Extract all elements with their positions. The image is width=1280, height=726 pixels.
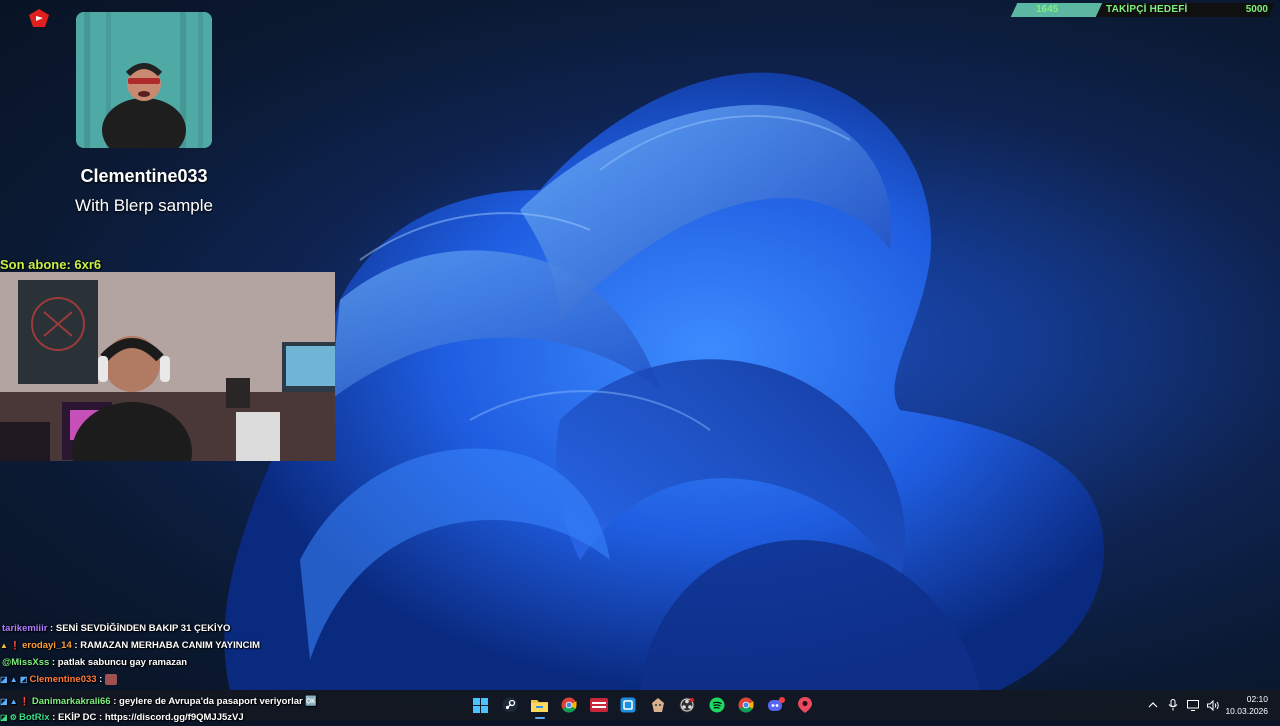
chrome-profile-icon[interactable]	[732, 690, 762, 720]
chat-message: ◪ ▲ ◩ Clementine033 :	[0, 671, 470, 688]
clock-time: 02:10	[1246, 694, 1268, 704]
last-subscriber: Son abone: 6xr6	[0, 257, 101, 272]
taskbar-clock[interactable]: 02:10 10.03.2026	[1225, 693, 1268, 717]
obs-icon[interactable]	[673, 690, 703, 720]
chat-text: : RAMAZAN MERHABA CANIM YAYINCIM	[71, 640, 261, 651]
chat-username: Danimarkakrali66	[31, 696, 111, 707]
chat-badges: ◪ ⚙	[0, 713, 17, 722]
display-icon[interactable]	[1186, 698, 1200, 712]
chat-message: @MissXss : patlak sabuncu gay ramazan	[0, 654, 470, 671]
follower-goal-current: 1645	[1036, 4, 1059, 15]
streamer-webcam	[0, 272, 335, 461]
chat-text: : EKİP DC : https://discord.gg/f9QMJJ5zV…	[49, 712, 244, 723]
microphone-icon[interactable]	[1166, 698, 1180, 712]
chat-message: ◪ ▲ ❗ Danimarkakrali66 : geylere de Avrup…	[0, 694, 470, 710]
chat-badges: ◪ ▲ ◩	[0, 675, 28, 684]
chat-username: BotRix	[18, 712, 50, 723]
chevron-up-icon[interactable]	[1146, 698, 1160, 712]
steam-icon[interactable]	[496, 690, 526, 720]
clock-date: 10.03.2026	[1225, 706, 1268, 716]
blerp-clip-video	[76, 12, 212, 148]
blerp-username: Clementine033	[80, 166, 208, 186]
file-explorer-icon[interactable]	[525, 690, 555, 720]
chat-message: ◪ ⚙ BotRix : EKİP DC : https://discord.gg…	[0, 710, 470, 726]
chat-badges: ◪ ▲ ❗	[0, 697, 30, 706]
chat-overlay: tarikemiiir : SENİ SEVDİĞİNDEN BAKIP 31 …	[0, 620, 470, 688]
chat-text: : patlak sabuncu gay ramazan	[49, 657, 188, 668]
system-tray	[1146, 690, 1220, 720]
chat-emote	[105, 673, 117, 685]
chat-username: tarikemiiir	[2, 623, 48, 634]
discord-icon[interactable]	[761, 690, 791, 720]
volume-icon[interactable]	[1206, 698, 1220, 712]
voicemod-icon[interactable]	[584, 690, 614, 720]
last-subscriber-value: 6xr6	[74, 257, 102, 272]
chat-username: Clementine033	[29, 674, 97, 685]
chat-username: erodayi_14	[22, 640, 72, 651]
follower-goal-target: 5000	[1245, 4, 1268, 15]
start-icon[interactable]	[466, 690, 496, 720]
chat-text: : geylere de Avrupa'da pasaport veriyorl…	[110, 696, 318, 707]
spotify-icon[interactable]	[702, 690, 732, 720]
chat-text: :	[96, 674, 105, 685]
taskbar-apps	[466, 690, 820, 720]
follower-goal-bar: 1645 TAKİPÇİ HEDEFİ 5000	[1010, 3, 1276, 17]
chat-message: tarikemiiir : SENİ SEVDİĞİNDEN BAKIP 31 …	[0, 620, 470, 637]
chat-username: @MissXss	[2, 657, 50, 668]
blerp-logo-icon	[29, 9, 49, 27]
chat-text: : SENİ SEVDİĞİNDEN BAKIP 31 ÇEKİYO	[47, 623, 231, 634]
chat-badges: ▲ ❗	[0, 641, 21, 650]
follower-goal-label: TAKİPÇİ HEDEFİ	[1106, 4, 1188, 15]
chrome-icon[interactable]	[555, 690, 585, 720]
game-app-icon[interactable]	[643, 690, 673, 720]
chat-overlay-bottom: ◪ ▲ ❗ Danimarkakrali66 : geylere de Avrup…	[0, 694, 470, 726]
snipping-tool-icon[interactable]	[614, 690, 644, 720]
blerp-subtitle: With Blerp sample	[75, 196, 213, 215]
last-subscriber-label: Son abone:	[0, 257, 71, 272]
riot-client-icon[interactable]	[791, 690, 821, 720]
chat-message: ▲ ❗ erodayi_14 : RAMAZAN MERHABA CANIM YA…	[0, 637, 470, 654]
